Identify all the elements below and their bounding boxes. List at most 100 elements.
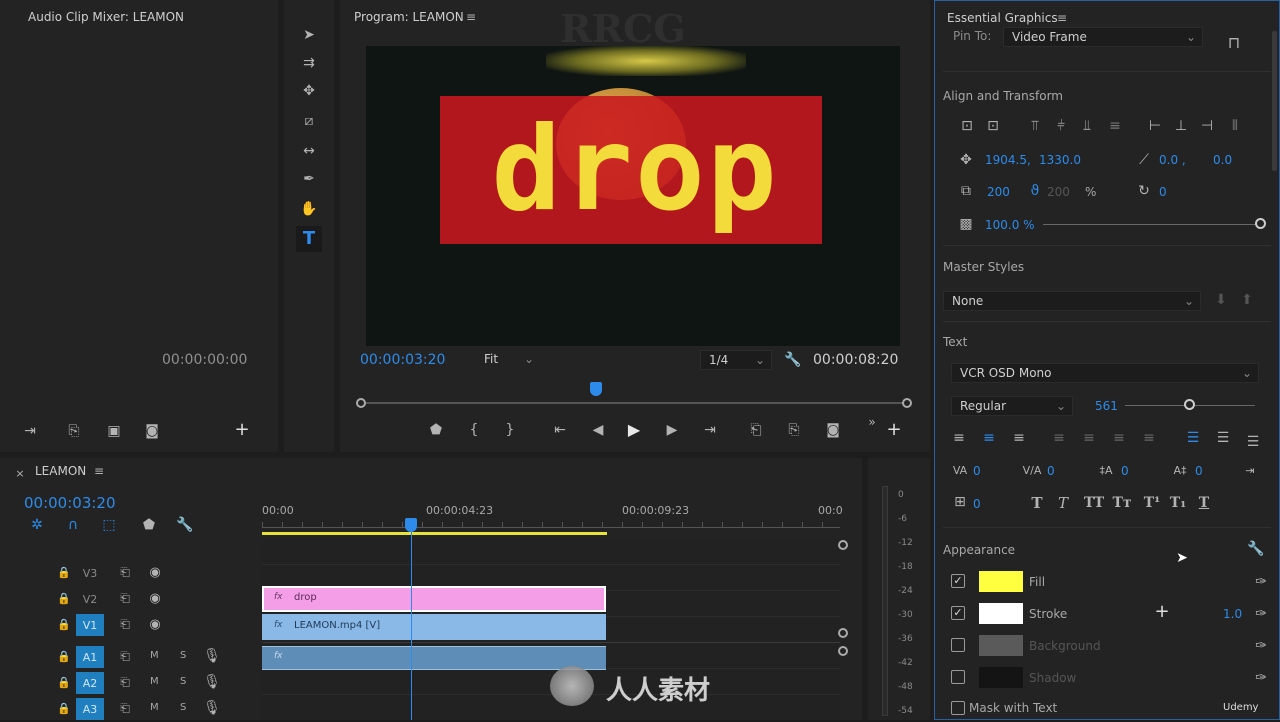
pen-tool-icon[interactable]: ✒ bbox=[298, 168, 320, 190]
push-style-icon[interactable]: ⬇ bbox=[1213, 291, 1229, 309]
lock-icon[interactable]: 🔒 bbox=[56, 674, 72, 690]
superscript-icon[interactable]: T¹ bbox=[1141, 493, 1163, 513]
timeline-playhead-line[interactable] bbox=[411, 524, 412, 720]
eye-icon[interactable]: ◉ bbox=[146, 616, 164, 632]
leading-value[interactable]: 0 bbox=[1121, 464, 1129, 478]
scrub-start-handle[interactable] bbox=[356, 398, 366, 408]
font-dropdown[interactable]: VCR OSD Mono ⌄ bbox=[951, 363, 1259, 383]
track-header[interactable]: 🔒 V1 ⎗ ◉ bbox=[0, 612, 260, 638]
track-target-button[interactable]: V2 bbox=[76, 588, 104, 610]
program-current-time[interactable]: 00:00:03:20 bbox=[360, 352, 445, 368]
track-select-tool-icon[interactable]: ⇉ bbox=[298, 52, 320, 74]
faux-italic-icon[interactable]: T bbox=[1053, 493, 1073, 513]
small-caps-icon[interactable]: Tт bbox=[1109, 493, 1135, 513]
timeline-timecode[interactable]: 00:00:03:20 bbox=[24, 494, 116, 512]
go-to-in-icon[interactable]: ⇤ bbox=[550, 420, 570, 440]
pin-to-dropdown[interactable]: Video Frame ⌄ bbox=[1003, 27, 1203, 47]
extract-icon[interactable]: ⎘ bbox=[782, 420, 806, 440]
stroke-checkbox[interactable]: ✓ bbox=[951, 606, 965, 620]
rotation-value[interactable]: 0 bbox=[1159, 185, 1167, 199]
clip-drop[interactable]: fx drop bbox=[262, 586, 606, 612]
clip-leamon-video[interactable]: fx LEAMON.mp4 [V] bbox=[262, 614, 606, 640]
track-target-button[interactable]: A3 bbox=[76, 698, 104, 720]
linked-selection-icon[interactable]: ⬚ bbox=[100, 516, 118, 534]
position-x-value[interactable]: 1904.5, bbox=[985, 153, 1031, 167]
master-styles-dropdown[interactable]: None ⌄ bbox=[943, 291, 1201, 311]
justify-last-right-icon[interactable]: ≡ bbox=[1109, 429, 1129, 447]
wrench-icon[interactable]: 🔧 bbox=[784, 352, 802, 368]
video-frame[interactable]: drop bbox=[366, 46, 900, 346]
timeline-playhead-handle[interactable] bbox=[405, 518, 417, 532]
drop-text-overlay[interactable]: drop bbox=[450, 96, 820, 244]
solo-button[interactable]: S bbox=[180, 702, 186, 713]
mute-button[interactable]: M bbox=[150, 702, 159, 713]
lock-icon[interactable]: 🔒 bbox=[56, 616, 72, 632]
type-tool-icon[interactable]: T bbox=[296, 226, 322, 252]
button-editor-icon[interactable]: + bbox=[884, 420, 904, 440]
shadow-checkbox[interactable] bbox=[951, 670, 965, 684]
close-tab-icon[interactable]: × bbox=[14, 466, 26, 480]
align-text-center-icon[interactable]: ≡ bbox=[979, 429, 999, 447]
sync-lock-icon[interactable]: ⎗ bbox=[116, 674, 134, 690]
fill-eyedropper-icon[interactable]: ✑ bbox=[1253, 573, 1269, 591]
shadow-color-swatch[interactable] bbox=[979, 667, 1023, 688]
lock-icon[interactable]: 🔒 bbox=[56, 648, 72, 664]
track-target-button[interactable]: A2 bbox=[76, 672, 104, 694]
fit-dropdown[interactable]: Fit ⌄ bbox=[476, 350, 540, 368]
more-controls-icon[interactable]: » bbox=[864, 414, 880, 430]
align-text-right-icon[interactable]: ≡ bbox=[1009, 429, 1029, 447]
underline-icon[interactable]: T bbox=[1193, 493, 1215, 513]
lock-icon[interactable]: 🔒 bbox=[56, 590, 72, 606]
solo-button[interactable]: S bbox=[180, 650, 186, 661]
align-top-icon[interactable]: ⫪ bbox=[1025, 117, 1045, 135]
sync-lock-icon[interactable]: ⎗ bbox=[116, 700, 134, 716]
selection-tool-icon[interactable]: ➤ bbox=[298, 24, 320, 46]
tsume-value[interactable]: 0 bbox=[973, 497, 981, 511]
center-align-text-icon[interactable]: ☰ bbox=[1213, 429, 1233, 447]
track-target-button[interactable]: A1 bbox=[76, 646, 104, 668]
lock-icon[interactable]: 🔒 bbox=[56, 700, 72, 716]
eye-icon[interactable]: ◉ bbox=[146, 590, 164, 606]
top-align-text-icon[interactable]: ☰ bbox=[1183, 429, 1203, 447]
justify-last-left-icon[interactable]: ≡ bbox=[1049, 429, 1069, 447]
background-color-swatch[interactable] bbox=[979, 635, 1023, 656]
microphone-icon[interactable]: 🎙 bbox=[203, 674, 221, 690]
panel-scrollbar[interactable] bbox=[1272, 31, 1277, 171]
program-playhead[interactable] bbox=[589, 382, 602, 396]
play-icon[interactable]: ▶ bbox=[624, 419, 644, 441]
fill-color-swatch[interactable] bbox=[979, 571, 1023, 592]
track-header[interactable]: 🔒 A2 ⎗ M S 🎙 bbox=[0, 670, 260, 696]
fill-checkbox[interactable]: ✓ bbox=[951, 574, 965, 588]
align-vertical-center-icon[interactable]: ⊡ bbox=[957, 117, 977, 135]
hand-tool-icon[interactable]: ✋ bbox=[298, 198, 320, 220]
camera-icon[interactable]: ◙ bbox=[142, 422, 162, 440]
subscript-icon[interactable]: T₁ bbox=[1167, 493, 1189, 513]
shadow-eyedropper-icon[interactable]: ✑ bbox=[1253, 669, 1269, 687]
timeline-tab[interactable]: LEAMON bbox=[35, 464, 86, 478]
step-forward-icon[interactable]: ▶ bbox=[662, 420, 682, 440]
eye-icon[interactable]: ◉ bbox=[146, 564, 164, 580]
opacity-slider-knob[interactable] bbox=[1255, 218, 1266, 229]
scrub-end-handle[interactable] bbox=[902, 398, 912, 408]
panel-menu-icon[interactable]: ≡ bbox=[1055, 11, 1069, 25]
scroll-handle[interactable] bbox=[838, 646, 848, 656]
align-horizontal-center-icon[interactable]: ⊡ bbox=[983, 117, 1003, 135]
stroke-color-swatch[interactable] bbox=[979, 603, 1023, 624]
sync-lock-icon[interactable]: ⎗ bbox=[116, 616, 134, 632]
resolution-dropdown[interactable]: 1/4 ⌄ bbox=[700, 350, 772, 370]
bottom-align-text-icon[interactable]: ☰ bbox=[1243, 433, 1263, 451]
ripple-edit-tool-icon[interactable]: ✥ bbox=[298, 80, 320, 102]
appearance-wrench-icon[interactable]: 🔧 bbox=[1247, 541, 1265, 557]
distribute-vertical-icon[interactable]: ≡ bbox=[1105, 117, 1125, 135]
background-checkbox[interactable] bbox=[951, 638, 965, 652]
step-back-icon[interactable]: ◀ bbox=[588, 420, 608, 440]
font-size-slider-knob[interactable] bbox=[1183, 399, 1195, 410]
justify-last-center-icon[interactable]: ≡ bbox=[1079, 429, 1099, 447]
align-bottom-icon[interactable]: ⫫ bbox=[1077, 117, 1097, 135]
track-header[interactable]: 🔒 A1 ⎗ M S 🎙 bbox=[0, 644, 260, 670]
distribute-horizontal-icon[interactable]: ⦀ bbox=[1225, 117, 1245, 135]
anchor-y-value[interactable]: 0.0 bbox=[1213, 153, 1232, 167]
link-icon[interactable]: ϑ bbox=[1027, 182, 1043, 200]
align-text-left-icon[interactable]: ≡ bbox=[949, 429, 969, 447]
microphone-icon[interactable]: 🎙 bbox=[203, 700, 221, 716]
